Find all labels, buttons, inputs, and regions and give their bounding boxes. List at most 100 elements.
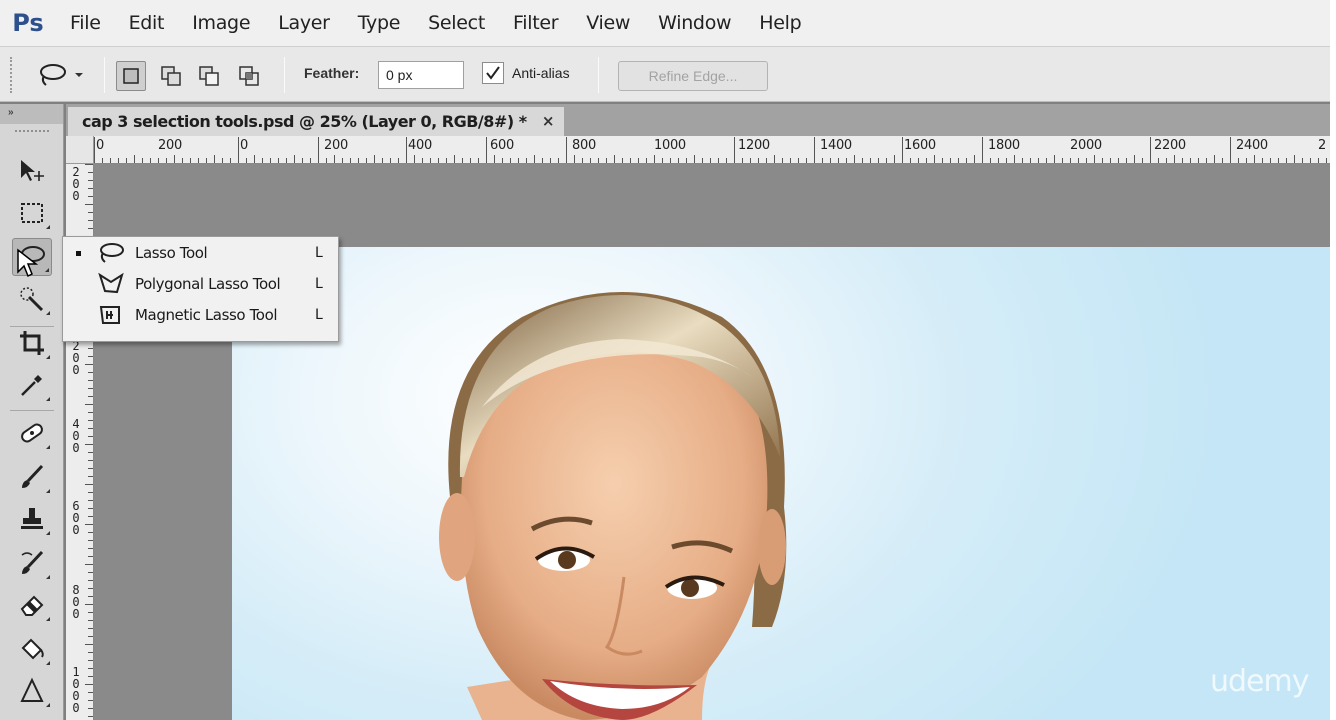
submenu-indicator [46, 617, 50, 621]
hruler-label: 2200 [1154, 138, 1186, 153]
options-grip[interactable] [10, 57, 14, 93]
hruler-tick [878, 158, 879, 163]
spot-healing-tool[interactable] [12, 414, 52, 452]
hruler-tick [1222, 158, 1223, 163]
vruler-tick [88, 652, 93, 653]
hruler-tick [390, 158, 391, 163]
menu-select[interactable]: Select [414, 0, 499, 46]
hruler-tick [854, 155, 855, 163]
vruler-tick [88, 676, 93, 677]
vruler-tick [88, 412, 93, 413]
history-brush-tool[interactable] [12, 544, 52, 582]
menu-edit[interactable]: Edit [115, 0, 179, 46]
hruler-label: 1400 [820, 138, 852, 153]
history-brush-icon [21, 550, 44, 574]
add-to-selection-button[interactable] [156, 61, 186, 91]
hruler-tick [710, 158, 711, 163]
lasso-icon [40, 64, 66, 86]
menu-file[interactable]: File [56, 0, 115, 46]
hruler-tick [254, 155, 255, 163]
sharpen-tool[interactable] [12, 672, 52, 710]
hruler-tick [1030, 158, 1031, 163]
portrait-photo [439, 292, 787, 720]
menu-image[interactable]: Image [178, 0, 264, 46]
menu-view[interactable]: View [572, 0, 644, 46]
udemy-watermark: udemy [1210, 664, 1309, 699]
hruler-tick [110, 158, 111, 163]
hruler-tick [966, 158, 967, 163]
hruler-tick [350, 158, 351, 163]
intersect-selection-button[interactable] [234, 61, 264, 91]
hruler-tick [286, 158, 287, 163]
brush-tool[interactable] [12, 458, 52, 496]
hruler-tick [174, 155, 175, 163]
hruler-tick [790, 158, 791, 163]
subtract-from-selection-button[interactable] [194, 61, 224, 91]
menu-filter[interactable]: Filter [499, 0, 572, 46]
vruler-tick [85, 564, 93, 565]
hruler-tick [230, 158, 231, 163]
refine-edge-button[interactable]: Refine Edge... [618, 61, 768, 91]
tools-panel-collapse[interactable]: » [0, 104, 63, 124]
eraser-tool[interactable] [12, 586, 52, 624]
tool-preset-picker[interactable] [28, 59, 98, 91]
options-divider [104, 57, 105, 93]
hruler-tick [222, 158, 223, 163]
submenu-indicator [45, 268, 49, 272]
hruler-tick [510, 158, 511, 163]
clone-stamp-icon [21, 508, 43, 529]
flyout-item-magnetic-lasso[interactable]: Magnetic Lasso Tool L [63, 300, 338, 330]
hruler-tick [702, 158, 703, 163]
document-tab[interactable]: cap 3 selection tools.psd @ 25% (Layer 0… [68, 107, 564, 136]
ruler-origin[interactable] [66, 136, 94, 164]
vruler-tick [88, 508, 93, 509]
hruler-tick [734, 137, 735, 163]
hruler-tick [590, 158, 591, 163]
hruler-tick [1238, 158, 1239, 163]
antialias-label: Anti-alias [512, 65, 570, 81]
flyout-item-polygonal-lasso[interactable]: Polygonal Lasso Tool L [63, 269, 338, 299]
eyedropper-tool[interactable] [12, 366, 52, 404]
menu-layer[interactable]: Layer [264, 0, 343, 46]
hruler-tick [262, 158, 263, 163]
document-image[interactable] [232, 247, 1330, 720]
hruler-tick [1022, 158, 1023, 163]
hruler-tick [310, 158, 311, 163]
hruler-tick [430, 158, 431, 163]
hruler-tick [1158, 158, 1159, 163]
antialias-checkbox[interactable] [482, 62, 504, 84]
quick-selection-tool[interactable] [12, 280, 52, 318]
hruler-tick [134, 155, 135, 163]
app-logo: Ps [12, 9, 44, 37]
crop-tool[interactable] [12, 324, 52, 362]
rectangular-marquee-tool[interactable] [12, 194, 52, 232]
feather-input[interactable] [378, 61, 464, 89]
menu-window[interactable]: Window [644, 0, 745, 46]
hruler-tick [918, 158, 919, 163]
move-tool[interactable] [12, 152, 52, 190]
menu-help[interactable]: Help [745, 0, 815, 46]
horizontal-ruler[interactable]: 0 200 0 200 400 600 800 1000 1200 1400 1600 1800 200… [94, 136, 1330, 164]
hruler-label: 1600 [904, 138, 936, 153]
flyout-item-lasso[interactable]: Lasso Tool L [63, 238, 338, 268]
vruler-tick [88, 388, 93, 389]
hruler-tick [526, 158, 527, 163]
vruler-tick [85, 604, 93, 605]
hruler-tick [1062, 158, 1063, 163]
hruler-tick [318, 137, 319, 163]
new-selection-button[interactable] [116, 61, 146, 91]
hruler-tick [846, 158, 847, 163]
hruler-tick [1014, 155, 1015, 163]
menu-type[interactable]: Type [344, 0, 414, 46]
clone-stamp-tool[interactable] [12, 500, 52, 538]
new-selection-icon [123, 68, 139, 84]
options-divider [598, 57, 599, 93]
tools-panel-grip[interactable] [14, 130, 49, 134]
close-icon[interactable]: × [542, 112, 555, 130]
hruler-tick [1302, 158, 1303, 163]
hruler-tick [118, 158, 119, 163]
hruler-tick [838, 158, 839, 163]
vruler-tick [88, 556, 93, 557]
paint-bucket-tool[interactable] [12, 630, 52, 668]
hruler-tick [950, 158, 951, 163]
